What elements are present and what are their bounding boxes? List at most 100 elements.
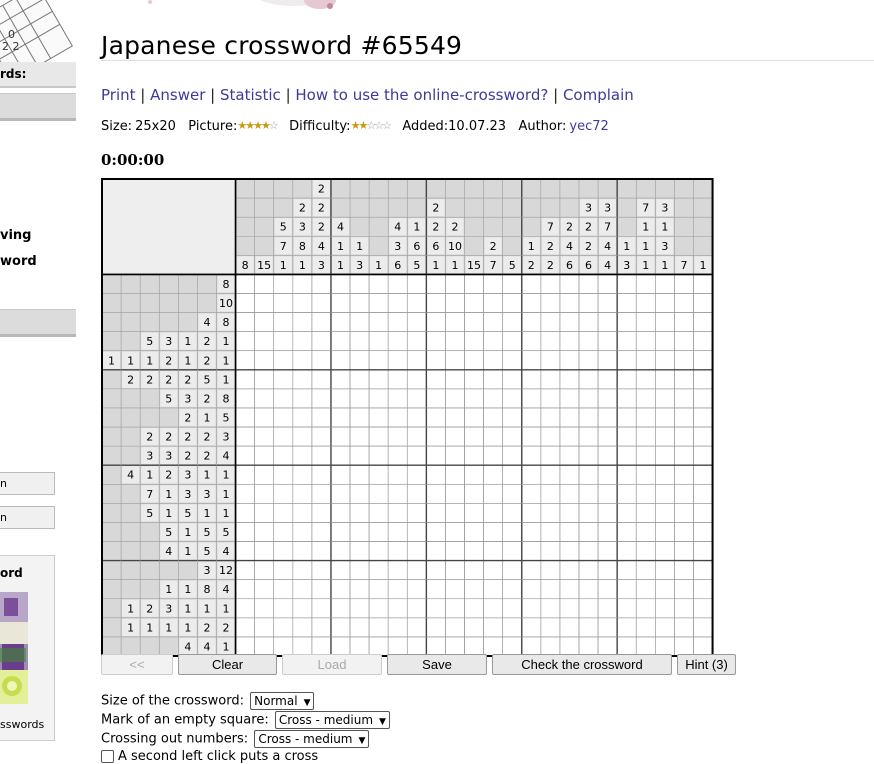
grid-cell[interactable] — [674, 369, 694, 390]
grid-cell[interactable] — [540, 293, 561, 313]
grid-cell[interactable] — [693, 293, 713, 313]
column-clue-number[interactable]: 3 — [318, 259, 325, 272]
grid-cell[interactable] — [559, 598, 580, 619]
row-clue-number[interactable]: 1 — [184, 354, 191, 367]
grid-cell[interactable] — [311, 541, 332, 561]
grid-cell[interactable] — [502, 464, 523, 485]
grid-cell[interactable] — [311, 598, 332, 619]
column-clue-number[interactable]: 8 — [299, 240, 306, 253]
row-clue-number[interactable]: 4 — [165, 545, 172, 558]
grid-cell[interactable] — [406, 293, 427, 313]
grid-cell[interactable] — [426, 369, 446, 390]
grid-cell[interactable] — [349, 350, 370, 371]
column-clue-number[interactable]: 2 — [451, 221, 458, 234]
grid-cell[interactable] — [502, 350, 523, 371]
grid-cell[interactable] — [311, 445, 332, 466]
grid-cell[interactable] — [311, 407, 332, 428]
grid-cell[interactable] — [387, 369, 408, 390]
grid-cell[interactable] — [368, 388, 389, 409]
grid-cell[interactable] — [387, 293, 408, 313]
grid-cell[interactable] — [521, 388, 542, 409]
grid-cell[interactable] — [655, 369, 675, 390]
grid-cell[interactable] — [578, 407, 599, 428]
grid-cell[interactable] — [349, 388, 370, 409]
author-link[interactable]: yec72 — [569, 119, 608, 134]
row-clue-number[interactable]: 2 — [165, 354, 172, 367]
grid-cell[interactable] — [635, 293, 656, 313]
grid-cell[interactable] — [674, 388, 694, 409]
grid-cell[interactable] — [368, 350, 389, 371]
grid-cell[interactable] — [254, 274, 275, 294]
grid-cell[interactable] — [406, 407, 427, 428]
grid-cell[interactable] — [292, 407, 313, 428]
grid-cell[interactable] — [330, 407, 351, 428]
grid-cell[interactable] — [426, 541, 446, 561]
column-clue-number[interactable]: 4 — [337, 221, 344, 234]
grid-cell[interactable] — [693, 369, 713, 390]
column-clue-number[interactable]: 5 — [509, 259, 516, 272]
grid-cell[interactable] — [311, 369, 332, 390]
grid-cell[interactable] — [426, 560, 446, 580]
column-clue-number[interactable]: 1 — [280, 259, 287, 272]
column-clue-number[interactable]: 2 — [547, 240, 554, 253]
grid-cell[interactable] — [635, 407, 656, 428]
grid-cell[interactable] — [254, 541, 275, 561]
grid-cell[interactable] — [655, 293, 675, 313]
grid-cell[interactable] — [426, 464, 446, 485]
grid-cell[interactable] — [368, 522, 389, 542]
grid-cell[interactable] — [502, 312, 523, 332]
grid-cell[interactable] — [521, 617, 542, 638]
grid-cell[interactable] — [406, 560, 427, 580]
grid-cell[interactable] — [635, 483, 656, 504]
column-clue-number[interactable]: 1 — [337, 259, 344, 272]
grid-cell[interactable] — [273, 293, 294, 313]
grid-cell[interactable] — [445, 293, 465, 313]
grid-cell[interactable] — [368, 293, 389, 313]
column-clue-number[interactable]: 1 — [299, 259, 306, 272]
grid-cell[interactable] — [578, 388, 599, 409]
grid-cell[interactable] — [597, 293, 618, 313]
grid-cell[interactable] — [559, 388, 580, 409]
grid-cell[interactable] — [521, 560, 542, 580]
grid-cell[interactable] — [559, 369, 580, 390]
grid-cell[interactable] — [597, 560, 618, 580]
grid-cell[interactable] — [483, 426, 503, 447]
column-clue-number[interactable]: 4 — [604, 259, 611, 272]
grid-cell[interactable] — [406, 522, 427, 542]
column-clue-number[interactable]: 6 — [585, 259, 592, 272]
grid-cell[interactable] — [483, 541, 503, 561]
grid-cell[interactable] — [655, 331, 675, 352]
grid-cell[interactable] — [464, 407, 484, 428]
grid-cell[interactable] — [330, 445, 351, 466]
grid-cell[interactable] — [406, 598, 427, 619]
column-clue-number[interactable]: 15 — [467, 259, 481, 272]
grid-cell[interactable] — [235, 464, 255, 485]
grid-cell[interactable] — [540, 350, 561, 371]
grid-cell[interactable] — [445, 541, 465, 561]
column-clue-number[interactable]: 1 — [432, 259, 439, 272]
grid-cell[interactable] — [349, 617, 370, 638]
grid-cell[interactable] — [311, 388, 332, 409]
row-clue-number[interactable]: 3 — [203, 488, 210, 501]
row-clue-number[interactable]: 3 — [184, 488, 191, 501]
row-clue-number[interactable]: 2 — [203, 335, 210, 348]
second-click-checkbox[interactable] — [101, 750, 114, 763]
grid-cell[interactable] — [616, 388, 637, 409]
grid-cell[interactable] — [292, 331, 313, 352]
grid-cell[interactable] — [540, 388, 561, 409]
column-clue-number[interactable]: 2 — [432, 221, 439, 234]
grid-cell[interactable] — [426, 388, 446, 409]
grid-cell[interactable] — [483, 445, 503, 466]
grid-cell[interactable] — [235, 293, 255, 313]
grid-cell[interactable] — [559, 331, 580, 352]
grid-cell[interactable] — [368, 274, 389, 294]
row-clue-number[interactable]: 2 — [223, 621, 230, 634]
column-clue-number[interactable]: 3 — [299, 221, 306, 234]
grid-cell[interactable] — [464, 598, 484, 619]
prev-button[interactable]: << — [101, 654, 173, 675]
row-clue-number[interactable]: 1 — [223, 335, 230, 348]
grid-cell[interactable] — [616, 445, 637, 466]
grid-cell[interactable] — [483, 293, 503, 313]
grid-cell[interactable] — [330, 483, 351, 504]
grid-cell[interactable] — [387, 350, 408, 371]
